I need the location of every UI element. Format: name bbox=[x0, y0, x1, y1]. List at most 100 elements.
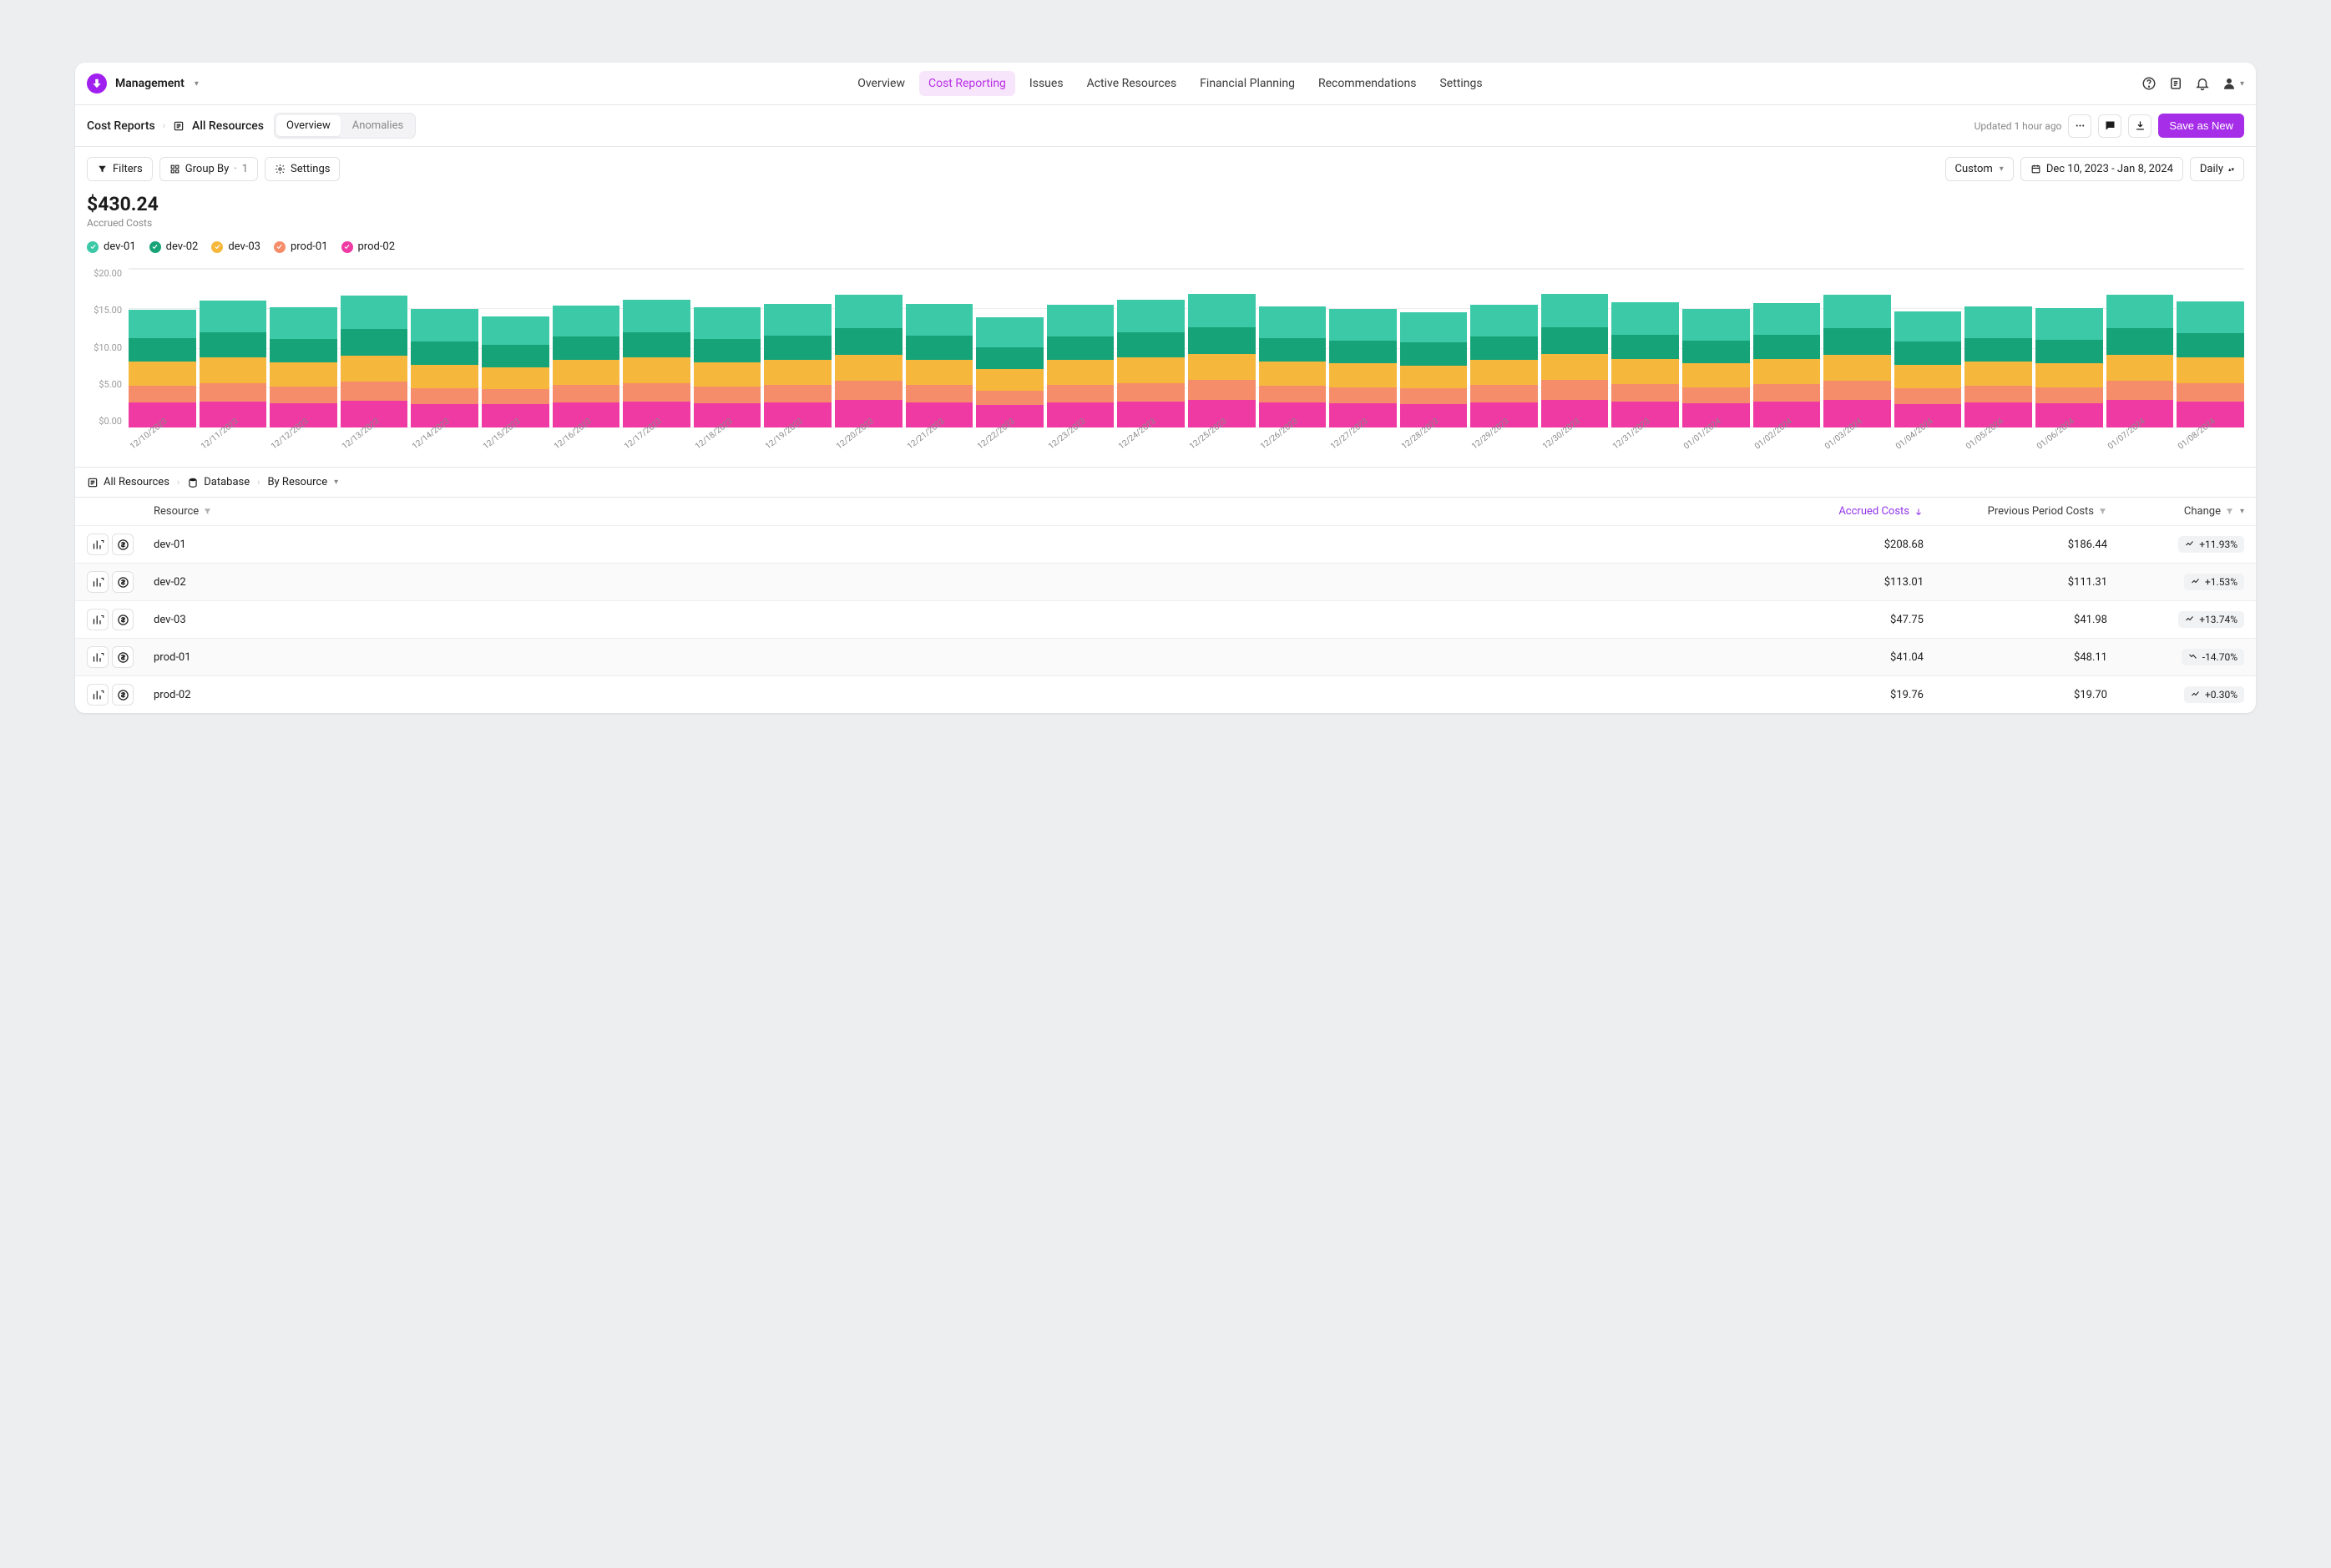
chevron-right-icon: › bbox=[163, 120, 165, 131]
bar-segment bbox=[1400, 342, 1468, 366]
chevron-down-icon: ▾ bbox=[2240, 79, 2244, 89]
cost-row-button[interactable] bbox=[112, 609, 134, 630]
user-menu[interactable]: ▾ bbox=[2222, 76, 2244, 91]
bar-segment bbox=[1259, 306, 1327, 338]
bar-segment bbox=[2177, 333, 2244, 357]
nav-cost-reporting[interactable]: Cost Reporting bbox=[919, 71, 1015, 96]
path-all-resources[interactable]: All Resources bbox=[87, 476, 169, 488]
bar-segment bbox=[2106, 381, 2174, 400]
nav-financial-planning[interactable]: Financial Planning bbox=[1191, 71, 1304, 96]
bar-segment bbox=[270, 339, 337, 363]
cost-row-button[interactable] bbox=[112, 571, 134, 593]
preset-select[interactable]: Custom▾ bbox=[1945, 157, 2014, 181]
legend-prod-01[interactable]: prod-01 bbox=[274, 240, 328, 253]
path-database[interactable]: Database bbox=[187, 476, 250, 488]
bar-segment bbox=[1611, 359, 1679, 383]
bar-segment bbox=[1047, 385, 1115, 402]
view-tabs: OverviewAnomalies bbox=[274, 113, 416, 139]
change-badge: +13.74% bbox=[2178, 611, 2244, 628]
legend-dev-02[interactable]: dev-02 bbox=[149, 240, 199, 253]
previous-cell: $48.11 bbox=[1944, 651, 2127, 664]
bar-segment bbox=[764, 304, 832, 336]
help-icon[interactable] bbox=[2141, 76, 2157, 91]
accrued-cell: $113.01 bbox=[1760, 576, 1944, 589]
nav-active-resources[interactable]: Active Resources bbox=[1078, 71, 1186, 96]
accrued-cell: $208.68 bbox=[1760, 539, 1944, 551]
settings-button[interactable]: Settings bbox=[265, 157, 340, 181]
nav-recommendations[interactable]: Recommendations bbox=[1309, 71, 1426, 96]
bar-segment bbox=[1682, 341, 1750, 364]
bar-segment bbox=[1329, 363, 1397, 387]
filters-button[interactable]: Filters bbox=[87, 157, 153, 181]
comment-button[interactable] bbox=[2098, 114, 2121, 138]
bar-segment bbox=[341, 296, 408, 329]
cost-row-button[interactable] bbox=[112, 684, 134, 706]
chart-row-button[interactable] bbox=[87, 571, 109, 593]
nav-settings[interactable]: Settings bbox=[1430, 71, 1491, 96]
chart-row-button[interactable] bbox=[87, 534, 109, 555]
bar-segment bbox=[1682, 363, 1750, 387]
accrued-cell: $19.76 bbox=[1760, 689, 1944, 701]
bar-segment bbox=[1964, 386, 2032, 402]
bar-segment bbox=[1259, 362, 1327, 386]
breadcrumb-leaf[interactable]: All Resources bbox=[192, 119, 264, 133]
chart-row-button[interactable] bbox=[87, 609, 109, 630]
bar-segment bbox=[835, 355, 903, 381]
bar-segment bbox=[2177, 383, 2244, 402]
total-label: Accrued Costs bbox=[87, 217, 2244, 229]
trend-icon bbox=[2185, 539, 2195, 549]
download-button[interactable] bbox=[2128, 114, 2151, 138]
bar-segment bbox=[906, 385, 973, 402]
bar-segment bbox=[1047, 360, 1115, 384]
bar-segment bbox=[623, 357, 690, 382]
cost-row-button[interactable] bbox=[112, 534, 134, 555]
change-badge: +1.53% bbox=[2184, 574, 2244, 590]
y-tick: $5.00 bbox=[87, 379, 122, 390]
chart-row-button[interactable] bbox=[87, 646, 109, 668]
group-by-button[interactable]: Group By·1 bbox=[159, 157, 258, 181]
col-previous[interactable]: Previous Period Costs bbox=[1944, 505, 2127, 518]
col-accrued[interactable]: Accrued Costs bbox=[1760, 505, 1944, 518]
bar-segment bbox=[906, 360, 973, 384]
bar-segment bbox=[1753, 384, 1821, 402]
date-range-button[interactable]: Dec 10, 2023 - Jan 8, 2024 bbox=[2020, 157, 2183, 181]
tab-overview[interactable]: Overview bbox=[276, 115, 341, 136]
bar-segment bbox=[1611, 302, 1679, 335]
workspace-switcher[interactable]: Management ▾ bbox=[87, 73, 199, 94]
more-button[interactable] bbox=[2068, 114, 2091, 138]
path-by-resource[interactable]: By Resource▾ bbox=[267, 476, 338, 488]
bar-segment bbox=[129, 338, 196, 362]
nav-issues[interactable]: Issues bbox=[1020, 71, 1073, 96]
legend-prod-02[interactable]: prod-02 bbox=[341, 240, 396, 253]
total-value: $430.24 bbox=[87, 193, 2244, 215]
bar-segment bbox=[835, 295, 903, 328]
accrued-cell: $41.04 bbox=[1760, 651, 1944, 664]
topbar-actions: ▾ bbox=[2141, 76, 2244, 91]
plot-area bbox=[129, 268, 2244, 427]
col-change[interactable]: Change▾ bbox=[2127, 505, 2244, 518]
bar-segment bbox=[835, 328, 903, 354]
bar-segment bbox=[553, 306, 620, 336]
bar-segment bbox=[1753, 335, 1821, 359]
bar-segment bbox=[482, 367, 549, 390]
bar-segment bbox=[2106, 295, 2174, 328]
nav-overview[interactable]: Overview bbox=[848, 71, 914, 96]
save-as-new-button[interactable]: Save as New bbox=[2158, 114, 2244, 138]
bar-segment bbox=[553, 385, 620, 402]
granularity-select[interactable]: Daily▴▾ bbox=[2190, 157, 2244, 181]
tab-anomalies[interactable]: Anomalies bbox=[342, 115, 413, 136]
chart-row-button[interactable] bbox=[87, 684, 109, 706]
resource-cell: prod-01 bbox=[154, 651, 1760, 664]
breadcrumb-root[interactable]: Cost Reports bbox=[87, 119, 155, 133]
docs-icon[interactable] bbox=[2168, 76, 2183, 91]
bar-segment bbox=[1894, 388, 1962, 404]
legend-dev-01[interactable]: dev-01 bbox=[87, 240, 136, 253]
bell-icon[interactable] bbox=[2195, 76, 2210, 91]
bar-segment bbox=[835, 381, 903, 400]
legend-dev-03[interactable]: dev-03 bbox=[211, 240, 260, 253]
col-resource[interactable]: Resource bbox=[154, 505, 1760, 518]
bar-segment bbox=[341, 329, 408, 355]
bar-segment bbox=[623, 300, 690, 332]
cost-row-button[interactable] bbox=[112, 646, 134, 668]
summary: $430.24 Accrued Costs bbox=[75, 181, 2256, 234]
